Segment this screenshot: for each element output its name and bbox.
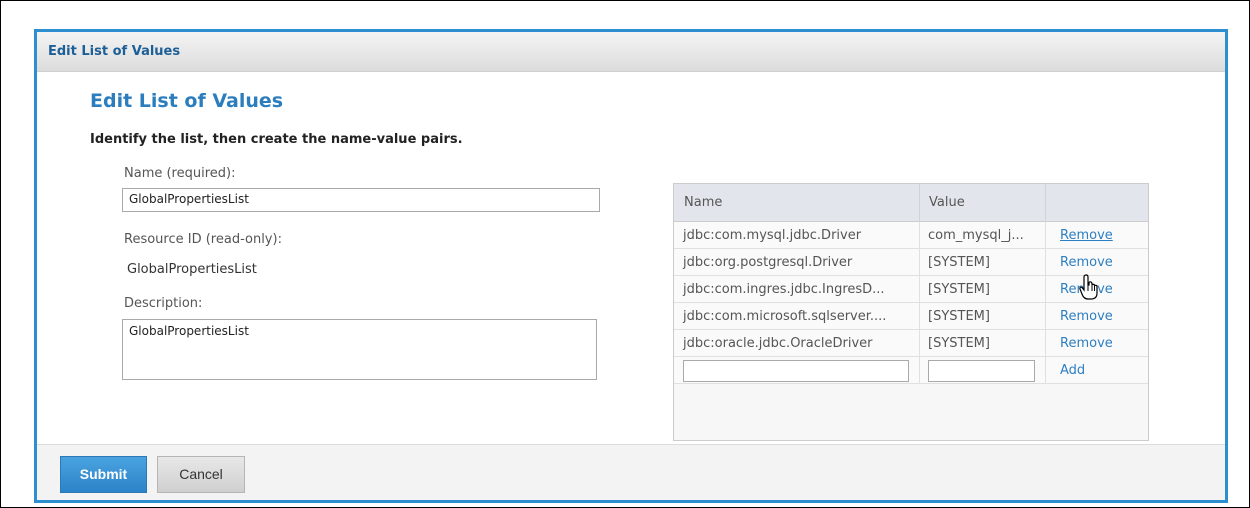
- dialog-header: Edit List of Values: [37, 32, 1225, 72]
- resource-id-value: GlobalPropertiesList: [127, 262, 257, 277]
- row-value-cell: com_mysql_j...: [928, 228, 1024, 243]
- column-divider: [1045, 184, 1046, 222]
- row-value-cell: [SYSTEM]: [928, 336, 990, 351]
- row-value-cell: [SYSTEM]: [928, 309, 990, 324]
- submit-button[interactable]: Submit: [60, 456, 147, 493]
- column-header-value: Value: [929, 195, 965, 210]
- name-value-table: Name Value jdbc:com.mysql.jdbc.Driver co…: [673, 183, 1149, 441]
- instructions-text: Identify the list, then create the name-…: [90, 132, 463, 147]
- table-row: jdbc:org.postgresql.Driver [SYSTEM] Remo…: [674, 249, 1148, 276]
- name-label: Name (required):: [124, 166, 236, 181]
- description-label: Description:: [124, 296, 203, 311]
- row-value-cell: [SYSTEM]: [928, 282, 990, 297]
- row-value-cell: [SYSTEM]: [928, 255, 990, 270]
- table-row: jdbc:com.mysql.jdbc.Driver com_mysql_j..…: [674, 222, 1148, 249]
- column-header-name: Name: [684, 195, 723, 210]
- table-row: jdbc:com.microsoft.sqlserver.... [SYSTEM…: [674, 303, 1148, 330]
- hand-pointer-icon: [1079, 274, 1098, 300]
- row-name-cell: jdbc:com.ingres.jdbc.IngresD...: [683, 282, 885, 297]
- row-name-cell: jdbc:oracle.jdbc.OracleDriver: [683, 336, 873, 351]
- new-name-input[interactable]: [683, 360, 909, 382]
- table-row: jdbc:com.ingres.jdbc.IngresD... [SYSTEM]…: [674, 276, 1148, 303]
- remove-link[interactable]: Remove: [1051, 330, 1141, 357]
- row-name-cell: jdbc:com.mysql.jdbc.Driver: [683, 228, 862, 243]
- dialog-header-title: Edit List of Values: [48, 44, 181, 59]
- column-divider: [1045, 222, 1046, 249]
- new-value-input[interactable]: [928, 360, 1035, 382]
- description-textarea[interactable]: GlobalPropertiesList: [122, 319, 597, 380]
- name-input[interactable]: GlobalPropertiesList: [122, 188, 600, 212]
- column-divider: [1045, 276, 1046, 303]
- remove-link[interactable]: Remove: [1051, 222, 1141, 249]
- page-title: Edit List of Values: [90, 90, 284, 112]
- column-divider: [919, 357, 920, 384]
- add-link[interactable]: Add: [1051, 357, 1141, 384]
- resource-id-label: Resource ID (read-only):: [124, 232, 282, 247]
- cancel-button[interactable]: Cancel: [157, 456, 245, 493]
- dialog-footer: Submit Cancel: [37, 444, 1225, 500]
- row-name-cell: jdbc:com.microsoft.sqlserver....: [683, 309, 887, 324]
- column-divider: [1045, 303, 1046, 330]
- column-divider: [1045, 330, 1046, 357]
- table-row: jdbc:oracle.jdbc.OracleDriver [SYSTEM] R…: [674, 330, 1148, 357]
- table-header: Name Value: [674, 184, 1148, 222]
- column-divider: [1045, 357, 1046, 384]
- remove-link[interactable]: Remove: [1051, 303, 1141, 330]
- new-entry-row: Add: [674, 357, 1148, 384]
- column-divider: [1045, 249, 1046, 276]
- edit-list-dialog: Edit List of Values Edit List of Values …: [34, 29, 1228, 503]
- remove-link[interactable]: Remove: [1051, 249, 1141, 276]
- row-name-cell: jdbc:org.postgresql.Driver: [683, 255, 853, 270]
